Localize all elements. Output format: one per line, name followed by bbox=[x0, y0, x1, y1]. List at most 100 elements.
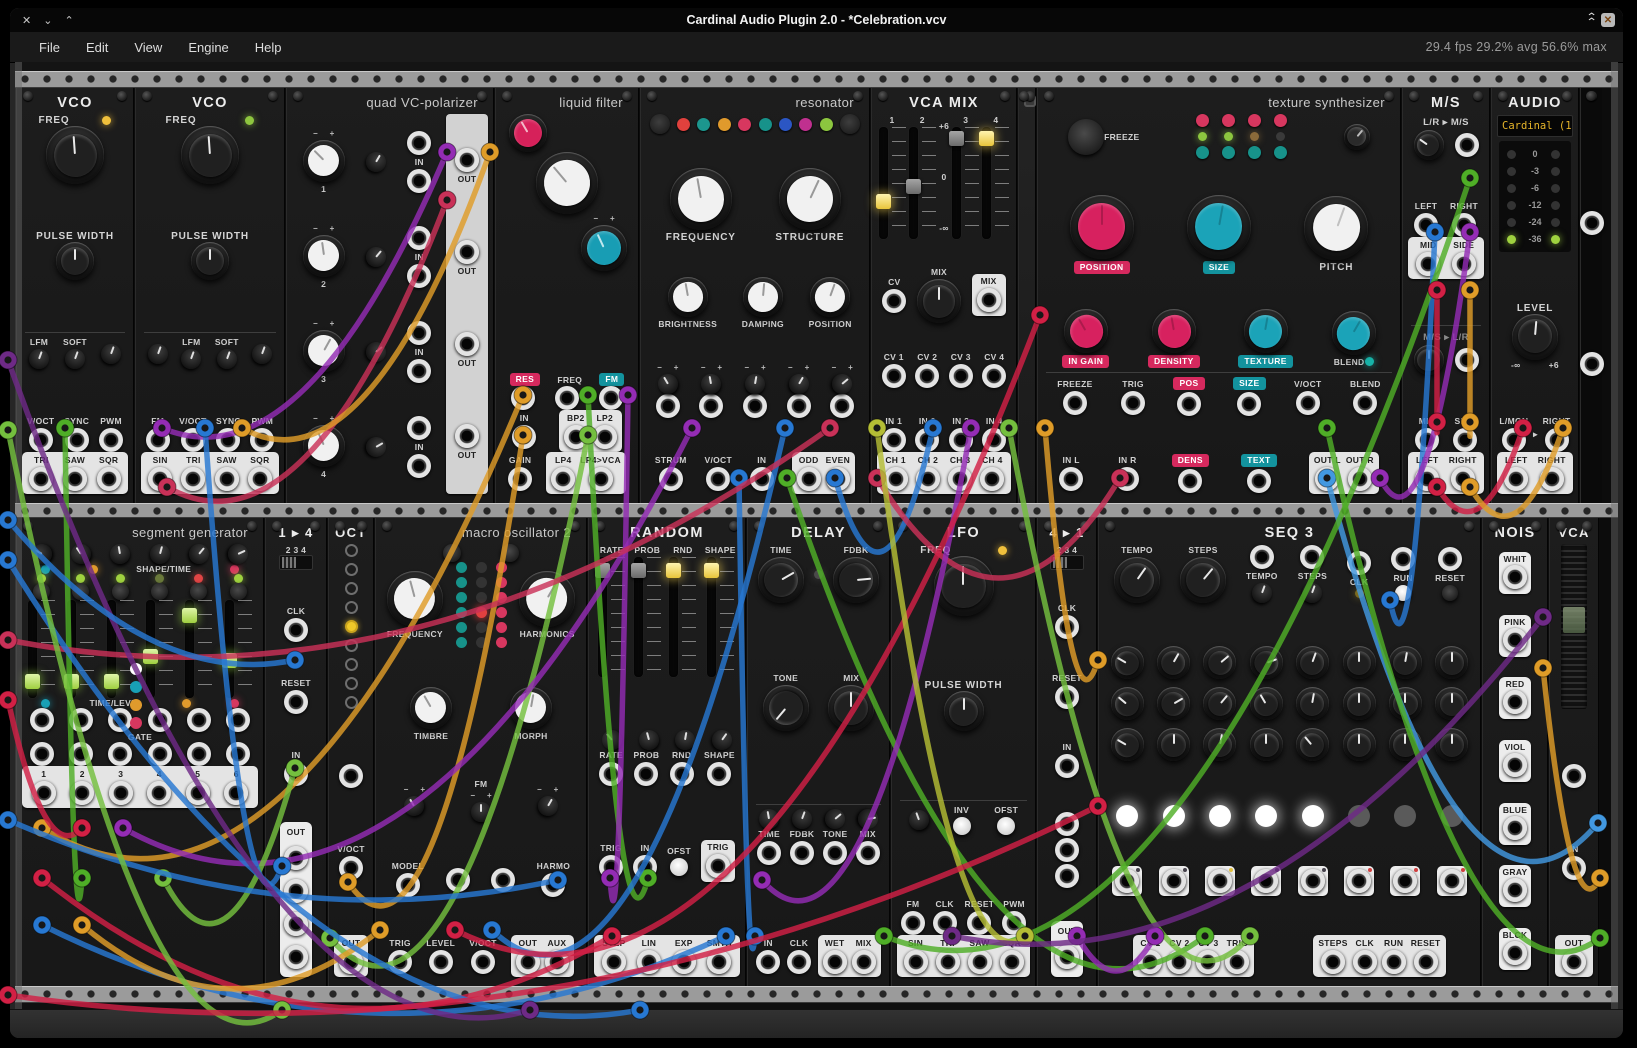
out-saw-jack[interactable] bbox=[968, 950, 992, 974]
port-left-jack[interactable] bbox=[1414, 213, 1438, 237]
chain-jack[interactable] bbox=[1055, 812, 1079, 836]
freq-knob[interactable] bbox=[181, 126, 239, 184]
chain-jack[interactable] bbox=[1055, 838, 1079, 862]
step-knob[interactable] bbox=[1343, 728, 1376, 761]
noise-viol-jack[interactable] bbox=[1503, 753, 1527, 777]
octave-radio[interactable] bbox=[345, 620, 358, 633]
step-knob[interactable] bbox=[1296, 687, 1329, 720]
port-harmo-jack[interactable] bbox=[541, 873, 565, 897]
atten[interactable] bbox=[471, 802, 491, 822]
port-reset-jack[interactable] bbox=[284, 690, 308, 714]
cv-jack[interactable] bbox=[69, 708, 93, 732]
atten[interactable] bbox=[1249, 580, 1275, 606]
step-knob[interactable] bbox=[1389, 646, 1422, 679]
density-knob[interactable] bbox=[1152, 309, 1196, 353]
ofst-button[interactable] bbox=[670, 858, 688, 876]
trim-lfm[interactable] bbox=[178, 346, 204, 372]
mult-out-jack[interactable] bbox=[284, 945, 308, 969]
chain-jack[interactable] bbox=[1055, 864, 1079, 888]
atten[interactable] bbox=[743, 372, 766, 395]
port-clk-jack[interactable] bbox=[933, 911, 957, 935]
port-v-oct-jack[interactable] bbox=[471, 950, 495, 974]
out-right-jack[interactable] bbox=[1451, 467, 1475, 491]
channel-switch[interactable] bbox=[279, 555, 313, 570]
octave-radio[interactable] bbox=[345, 544, 358, 557]
port-in-jack[interactable] bbox=[1562, 856, 1586, 880]
maximize-button[interactable]: ⌃ bbox=[64, 14, 73, 27]
in-jack[interactable] bbox=[407, 169, 431, 193]
seg-out-jack[interactable] bbox=[70, 781, 94, 805]
port-time-jack[interactable] bbox=[757, 841, 781, 865]
fader-handle[interactable] bbox=[906, 179, 921, 194]
blend-icon[interactable] bbox=[1222, 146, 1235, 159]
step-indicator[interactable] bbox=[1302, 805, 1324, 827]
fader-handle[interactable] bbox=[876, 194, 891, 209]
gate-jack[interactable] bbox=[1440, 869, 1464, 893]
channel-fader[interactable] bbox=[952, 127, 979, 239]
port-model-jack[interactable] bbox=[396, 873, 420, 897]
cv-jack[interactable] bbox=[187, 708, 211, 732]
port-in-4-jack[interactable] bbox=[982, 428, 1006, 452]
cv-jack[interactable] bbox=[226, 742, 250, 766]
port-blend-jack[interactable] bbox=[1353, 391, 1377, 415]
step-indicator[interactable] bbox=[1255, 805, 1277, 827]
port-trig-jack[interactable] bbox=[599, 855, 623, 879]
out-even-jack[interactable] bbox=[826, 467, 850, 491]
gate-jack[interactable] bbox=[1208, 869, 1232, 893]
port-cv-2-jack[interactable] bbox=[915, 364, 939, 388]
in-gain-knob[interactable] bbox=[1064, 309, 1108, 353]
step-indicator[interactable] bbox=[1209, 805, 1231, 827]
quality-icon[interactable] bbox=[1196, 114, 1209, 127]
seg-out-jack[interactable] bbox=[32, 781, 56, 805]
step-knob[interactable] bbox=[1250, 687, 1283, 720]
cv-jack[interactable] bbox=[30, 742, 54, 766]
step-knob[interactable] bbox=[1389, 687, 1422, 720]
out-bp2-jack[interactable] bbox=[564, 425, 588, 449]
step-knob[interactable] bbox=[1296, 728, 1329, 761]
level-fader-handle[interactable] bbox=[1563, 607, 1585, 633]
fader-handle[interactable] bbox=[631, 563, 646, 578]
decode-in-jack[interactable] bbox=[1455, 348, 1479, 372]
fdbk-knob[interactable] bbox=[833, 557, 879, 603]
channel-fader[interactable] bbox=[909, 127, 936, 239]
cv-jack[interactable] bbox=[226, 708, 250, 732]
out-saw-jack[interactable] bbox=[215, 467, 239, 491]
mult-out-jack[interactable] bbox=[284, 846, 308, 870]
atten[interactable] bbox=[674, 729, 697, 752]
octave-radio[interactable] bbox=[345, 601, 358, 614]
random-fader[interactable] bbox=[707, 557, 734, 677]
step-knob[interactable] bbox=[1203, 687, 1236, 720]
port-trig-jack[interactable] bbox=[1121, 391, 1145, 415]
port-in-2-jack[interactable] bbox=[915, 428, 939, 452]
tempo-knob[interactable] bbox=[1114, 557, 1160, 603]
atten[interactable] bbox=[758, 808, 781, 831]
out-tri-jack[interactable] bbox=[181, 467, 205, 491]
fader-handle[interactable] bbox=[64, 674, 79, 689]
noise-whit-jack[interactable] bbox=[1503, 565, 1527, 589]
blank-plate-handle[interactable] bbox=[1024, 95, 1036, 107]
random-fader[interactable] bbox=[598, 557, 625, 677]
port-text-jack[interactable] bbox=[1247, 469, 1271, 493]
cv-jack[interactable] bbox=[69, 742, 93, 766]
step-indicator[interactable] bbox=[1394, 805, 1416, 827]
port-v-oct-jack[interactable] bbox=[181, 428, 205, 452]
port-in-3-jack[interactable] bbox=[949, 428, 973, 452]
out-left-jack[interactable] bbox=[1415, 467, 1439, 491]
trim-port[interactable] bbox=[249, 341, 275, 367]
freq-knob[interactable] bbox=[934, 556, 994, 616]
out-wet-jack[interactable] bbox=[823, 950, 847, 974]
port-in-jack[interactable] bbox=[756, 950, 780, 974]
seg-out-jack[interactable] bbox=[186, 781, 210, 805]
out-smth-jack[interactable] bbox=[707, 950, 731, 974]
port-fdbk-jack[interactable] bbox=[790, 841, 814, 865]
segment-type-button[interactable] bbox=[33, 583, 50, 600]
port-pos-jack[interactable] bbox=[1177, 392, 1201, 416]
polarizer-trim[interactable] bbox=[362, 337, 390, 365]
cv-jack[interactable] bbox=[599, 386, 623, 410]
step-indicator[interactable] bbox=[1441, 805, 1463, 827]
out-ch-3-jack[interactable] bbox=[948, 467, 972, 491]
pulse-width-knob[interactable] bbox=[56, 242, 94, 280]
out-sin-jack[interactable] bbox=[148, 467, 172, 491]
out-sin-jack[interactable] bbox=[904, 950, 928, 974]
out-cv-2-jack[interactable] bbox=[1167, 950, 1191, 974]
